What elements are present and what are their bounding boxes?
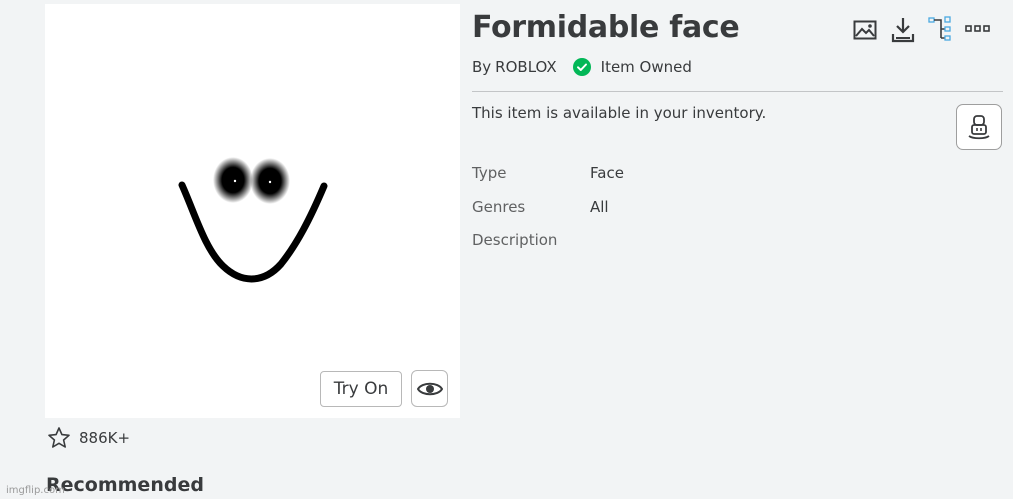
preview-eye-button[interactable] <box>411 370 448 407</box>
download-icon <box>891 18 915 43</box>
recommended-heading: Recommended <box>46 474 204 496</box>
check-circle-icon <box>572 58 591 76</box>
face-image <box>178 157 328 283</box>
genres-value: All <box>590 198 609 216</box>
item-title: Formidable face <box>472 10 740 45</box>
more-options-button[interactable] <box>964 22 992 36</box>
more-icon <box>965 25 990 32</box>
eye-icon <box>416 382 443 395</box>
type-value: Face <box>590 164 624 182</box>
avatar-button[interactable] <box>956 104 1002 150</box>
favorite-count: 886K+ <box>79 429 131 447</box>
owned-status: Item Owned <box>600 58 692 76</box>
byline: By ROBLOX Item Owned <box>472 58 692 76</box>
item-thumbnail: Try On <box>45 4 460 418</box>
download-button[interactable] <box>890 16 916 44</box>
avatar-icon <box>968 115 990 140</box>
type-label: Type <box>472 164 507 182</box>
try-on-button[interactable]: Try On <box>320 371 402 407</box>
creator-link[interactable]: ROBLOX <box>495 58 556 76</box>
hierarchy-button[interactable] <box>928 16 952 42</box>
by-prefix: By <box>472 58 492 76</box>
favorites: 886K+ <box>47 426 130 450</box>
genres-label: Genres <box>472 198 526 216</box>
image-icon <box>853 20 877 40</box>
image-button[interactable] <box>852 18 878 42</box>
star-icon[interactable] <box>47 426 71 450</box>
description-label: Description <box>472 231 558 249</box>
hierarchy-icon <box>928 16 951 41</box>
divider <box>472 91 1003 92</box>
watermark: imgflip.com <box>6 485 65 496</box>
availability-text: This item is available in your inventory… <box>472 104 767 122</box>
